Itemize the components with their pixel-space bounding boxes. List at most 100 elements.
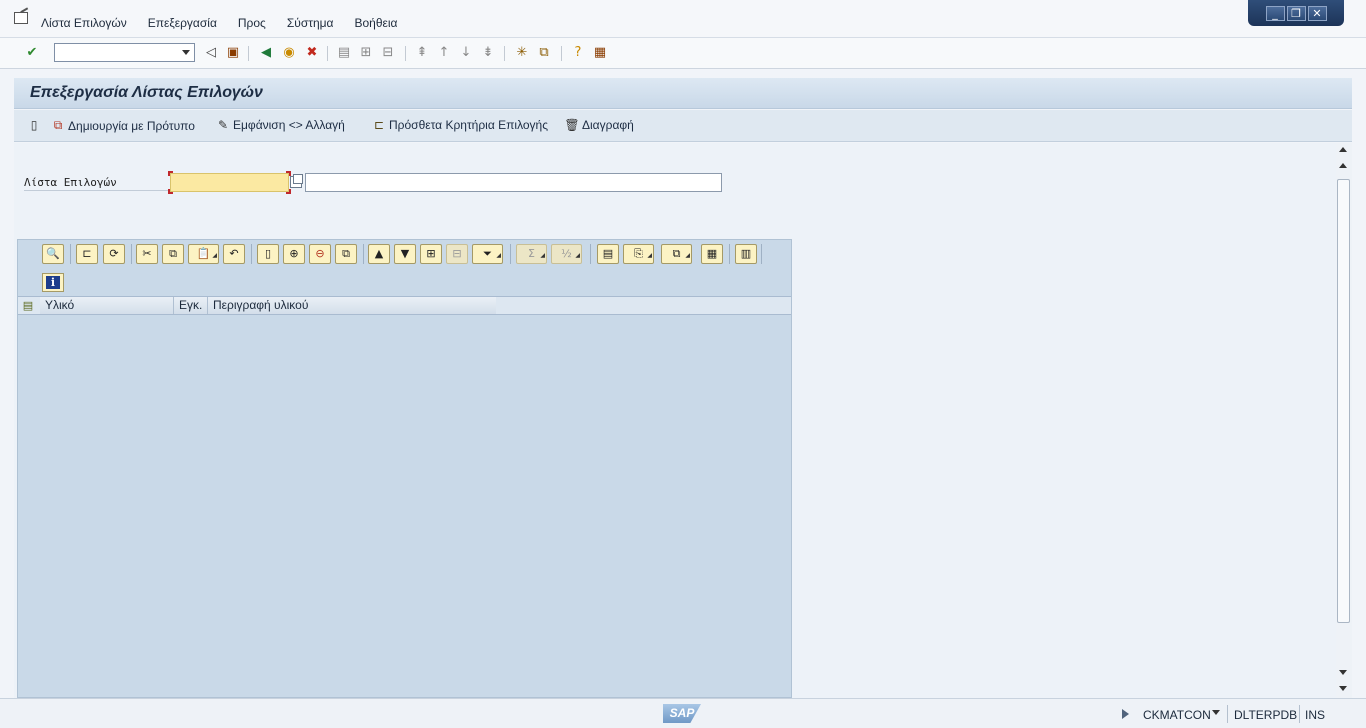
title-bar: Επεξεργασία Λίστας Επιλογών xyxy=(14,78,1352,109)
grid-view-icon[interactable]: ⧉ xyxy=(661,244,692,265)
trash-icon: 🗑 xyxy=(564,118,580,132)
info-icon: i xyxy=(46,276,60,289)
close-window-button[interactable]: ✕ xyxy=(1307,5,1327,21)
required-corner-tl xyxy=(168,171,173,176)
content-area: Λίστα Επιλογών 🔍 ⊏ ⟳ ✂ ⧉ 📋 ↶ ▯ ⊕ ⊖ ⧉ ▲ ▼… xyxy=(14,143,1336,698)
grid-info-button[interactable]: i xyxy=(42,273,64,292)
grid-sort-ascending-icon[interactable]: ▲ xyxy=(368,244,390,264)
pencil-glasses-icon: ✎ xyxy=(217,118,229,132)
grid-sum-icon[interactable]: Σ xyxy=(516,244,547,265)
hierarchy-icon: ⊏ xyxy=(373,118,385,132)
enter-check-icon[interactable]: ✔ xyxy=(24,45,40,61)
save-icon[interactable]: ▣ xyxy=(225,45,241,61)
command-field[interactable] xyxy=(54,43,195,62)
exit-icon[interactable]: ◉ xyxy=(281,45,297,61)
menu-bar: Λίστα Επιλογών Επεξεργασία Προς Σύστημα … xyxy=(0,0,1366,38)
create-with-template-label: Δημιουργία με Πρότυπο xyxy=(68,118,195,133)
menu-item-edit[interactable]: Επεξεργασία xyxy=(148,16,217,30)
command-input[interactable] xyxy=(55,44,175,61)
previous-page-icon[interactable]: ↑ xyxy=(436,45,452,61)
sap-logo: SAP xyxy=(663,704,701,723)
grid-sort-descending-icon[interactable]: ▼ xyxy=(394,244,416,264)
grid-details-icon[interactable]: 🔍 xyxy=(42,244,64,264)
display-change-button[interactable]: ✎ Εμφάνιση <> Αλλαγή xyxy=(215,118,345,132)
delete-button[interactable]: 🗑 Διαγραφή xyxy=(564,118,634,132)
grid-find-icon[interactable]: ⊞ xyxy=(420,244,442,264)
status-mode: INS xyxy=(1305,708,1326,722)
last-page-icon[interactable]: ⇟ xyxy=(480,45,496,61)
select-all-rows-icon[interactable]: ▤ xyxy=(19,298,37,314)
grid-delete-row-icon[interactable]: ⊖ xyxy=(309,244,331,264)
status-server: DLTERPDB xyxy=(1234,708,1298,722)
scroll-page-down-icon[interactable] xyxy=(1339,686,1347,691)
command-dropdown-icon[interactable] xyxy=(182,50,190,55)
column-header-material[interactable]: Υλικό xyxy=(40,297,174,314)
vertical-scrollbar[interactable] xyxy=(1336,143,1352,698)
grid-filter-icon[interactable]: ⏷ xyxy=(472,244,503,265)
help-icon[interactable]: ? xyxy=(570,45,586,61)
grid-undo-icon[interactable]: ↶ xyxy=(223,244,245,264)
scroll-down-icon[interactable] xyxy=(1339,670,1347,675)
grid-paste-icon[interactable]: 📋 xyxy=(188,244,219,265)
grid-insert-row-icon[interactable]: ⊕ xyxy=(283,244,305,264)
grid-cut-icon[interactable]: ✂ xyxy=(136,244,158,264)
required-corner-bl xyxy=(168,189,173,194)
required-corner-br xyxy=(286,189,291,194)
grid-duplicate-row-icon[interactable]: ⧉ xyxy=(335,244,357,264)
grid-append-row-icon[interactable]: ▯ xyxy=(257,244,279,264)
status-dropdown-icon[interactable] xyxy=(1212,710,1220,715)
menu-item-help[interactable]: Βοήθεια xyxy=(355,16,398,30)
selection-list-label: Λίστα Επιλογών xyxy=(24,176,117,189)
grid-copy-icon[interactable]: ⧉ xyxy=(162,244,184,264)
copy-value-icon[interactable] xyxy=(290,174,303,188)
scroll-up-icon[interactable] xyxy=(1339,163,1347,168)
selection-list-description[interactable] xyxy=(305,173,722,192)
create-button[interactable]: ▯ xyxy=(26,118,42,132)
minimize-button[interactable]: _ xyxy=(1265,5,1285,21)
page-title: Επεξεργασία Λίστας Επιλογών xyxy=(30,84,263,101)
application-toolbar: ▯ ⧉ Δημιουργία με Πρότυπο ✎ Εμφάνιση <> … xyxy=(14,110,1352,142)
delete-label: Διαγραφή xyxy=(582,118,634,132)
back-icon[interactable]: ◀ xyxy=(258,45,274,61)
grid-layout-icon[interactable]: ▦ xyxy=(701,244,723,264)
cancel-icon[interactable]: ✖ xyxy=(304,45,320,61)
menu-item-system[interactable]: Σύστημα xyxy=(287,16,334,30)
find-icon[interactable]: ⊞ xyxy=(358,45,374,61)
restore-button[interactable]: ❐ xyxy=(1286,5,1306,21)
grid-chart-icon[interactable]: ▥ xyxy=(735,244,757,264)
back-triangle-icon[interactable]: ◁ xyxy=(203,45,219,61)
copy-template-icon: ⧉ xyxy=(53,118,63,132)
grid-hierarchy-icon[interactable]: ⊏ xyxy=(76,244,98,264)
column-header-material-description[interactable]: Περιγραφή υλικού xyxy=(208,297,496,314)
find-next-icon[interactable]: ⊟ xyxy=(380,45,396,61)
window-controls: _ ❐ ✕ xyxy=(1248,0,1344,26)
menu-item-selection-list[interactable]: Λίστα Επιλογών xyxy=(41,16,127,30)
additional-criteria-label: Πρόσθετα Κρητήρια Επιλογής xyxy=(389,118,549,132)
status-expand-icon[interactable] xyxy=(1122,709,1129,719)
grid-refresh-icon[interactable]: ⟳ xyxy=(103,244,125,264)
material-grid: 🔍 ⊏ ⟳ ✂ ⧉ 📋 ↶ ▯ ⊕ ⊖ ⧉ ▲ ▼ ⊞ ⊟ ⏷ Σ ½ ▤ ⎘ … xyxy=(17,239,792,698)
display-change-label: Εμφάνιση <> Αλλαγή xyxy=(233,118,345,132)
menu-item-goto[interactable]: Προς xyxy=(238,16,266,30)
standard-toolbar: ✔ ◁ ▣ ◀ ◉ ✖ ▤ ⊞ ⊟ ⇞ ↑ ↓ ⇟ ✳ ⧉ ? ▦ xyxy=(0,38,1366,69)
grid-print-preview-icon[interactable]: ▤ xyxy=(597,244,619,264)
new-session-icon[interactable]: ✳ xyxy=(514,45,530,61)
new-document-icon: ▯ xyxy=(30,118,38,132)
next-page-icon[interactable]: ↓ xyxy=(458,45,474,61)
grid-export-icon[interactable]: ⎘ xyxy=(623,244,654,265)
print-icon[interactable]: ▤ xyxy=(336,45,352,61)
additional-criteria-button[interactable]: ⊏ Πρόσθετα Κρητήρια Επιλογής xyxy=(371,118,548,132)
shortcut-icon[interactable]: ⧉ xyxy=(536,45,552,61)
scroll-thumb[interactable] xyxy=(1337,179,1350,623)
layout-menu-icon[interactable]: ▦ xyxy=(592,45,608,61)
column-header-plant[interactable]: Εγκ. xyxy=(174,297,208,314)
label-underline xyxy=(24,190,172,191)
menu-items: Λίστα Επιλογών Επεξεργασία Προς Σύστημα … xyxy=(41,16,418,30)
grid-find-next-icon[interactable]: ⊟ xyxy=(446,244,468,264)
first-page-icon[interactable]: ⇞ xyxy=(414,45,430,61)
scroll-page-up-icon[interactable] xyxy=(1339,147,1347,152)
create-with-template-button[interactable]: ⧉ Δημιουργία με Πρότυπο xyxy=(50,118,195,133)
menu-window-icon[interactable] xyxy=(14,12,28,24)
grid-subtotal-icon[interactable]: ½ xyxy=(551,244,582,265)
selection-list-input[interactable] xyxy=(170,173,289,192)
